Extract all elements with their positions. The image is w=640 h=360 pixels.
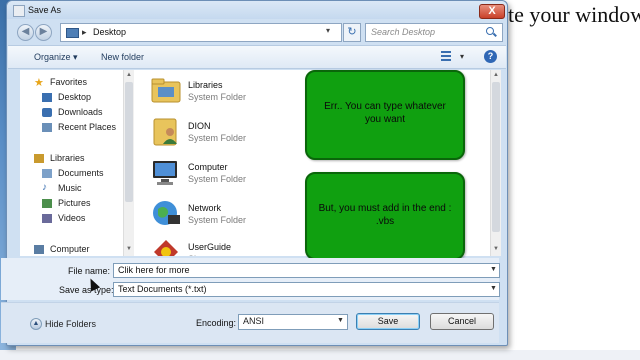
encoding-value[interactable]: ANSI (243, 316, 264, 326)
title-bar[interactable]: Save As X (7, 1, 507, 19)
file-item-userguide[interactable]: UserGuide Shortcut (140, 234, 280, 256)
file-type: System Folder (188, 92, 247, 102)
cancel-button[interactable]: Cancel (430, 313, 494, 330)
address-bar[interactable]: ▸ Desktop ▾ (60, 23, 342, 42)
nav-item-label: Libraries (50, 153, 85, 163)
save-as-type-dropdown-icon[interactable]: ▼ (490, 285, 497, 292)
background-bottom-bar (0, 350, 640, 360)
refresh-button[interactable]: ↻ (343, 23, 361, 42)
save-as-type-label: Save as type: (59, 285, 114, 295)
file-name-label: File name: (68, 266, 111, 276)
nav-item-label: Pictures (58, 198, 91, 208)
nav-item-label: Documents (58, 168, 104, 178)
scroll-down-icon[interactable]: ▼ (125, 246, 133, 252)
breadcrumb-separator[interactable]: ▸ (82, 27, 87, 38)
file-name-value[interactable]: Clik here for more (118, 265, 190, 275)
userguide-shortcut-icon (154, 240, 178, 256)
file-type: Shortcut (188, 254, 222, 256)
help-button[interactable]: ? (484, 50, 497, 63)
background-document-text: te your windows (508, 2, 640, 27)
nav-item-label: Music (58, 183, 82, 193)
user-folder-icon (153, 118, 177, 146)
hide-folders-button[interactable]: Hide Folders (45, 319, 96, 329)
file-item-dion[interactable]: DION System Folder (140, 113, 280, 153)
breadcrumb-desktop[interactable]: Desktop (93, 27, 126, 37)
computer-icon (153, 161, 177, 185)
file-item-libraries[interactable]: Libraries System Folder (140, 72, 280, 112)
desktop-icon (42, 93, 52, 102)
music-icon: ♪ (42, 182, 47, 193)
nav-item-label: Desktop (58, 92, 92, 102)
save-as-type-value[interactable]: Text Documents (*.txt) (118, 284, 207, 294)
notepad-icon (13, 5, 25, 17)
command-toolbar: Organize ▾ New folder ▾ ? (8, 45, 506, 69)
videos-icon (42, 214, 52, 223)
annotation-callout: But, you must add in the end : .vbs (305, 172, 465, 260)
annotation-callout: Err.. You can type whatever you want (305, 70, 465, 160)
scroll-down-icon[interactable]: ▼ (492, 246, 500, 252)
view-dropdown-icon[interactable]: ▾ (460, 52, 464, 61)
nav-item-label: Videos (58, 213, 86, 223)
annotation-text: But, you must add in the end : .vbs (318, 203, 452, 227)
scrollbar-thumb[interactable] (125, 82, 133, 202)
pictures-icon (42, 199, 52, 208)
close-button[interactable]: X (479, 4, 505, 19)
documents-icon (42, 169, 52, 178)
file-name-input[interactable]: Clik here for more ▼ (113, 263, 500, 278)
nav-item-label: Downloads (58, 107, 103, 117)
file-item-network[interactable]: Network System Folder (140, 195, 280, 235)
search-icon[interactable] (486, 27, 494, 35)
address-dropdown-icon[interactable]: ▾ (326, 26, 330, 35)
encoding-label: Encoding: (196, 318, 237, 328)
libraries-folder-icon (151, 78, 181, 103)
desktop-icon (66, 28, 79, 38)
nav-item-label: Recent Places (58, 122, 117, 132)
file-name: UserGuide (188, 242, 232, 252)
scrollbar-thumb[interactable] (492, 82, 500, 232)
libraries-icon (34, 154, 44, 163)
save-button[interactable]: Save (356, 313, 420, 330)
file-name: Libraries (188, 80, 223, 90)
view-options-icon[interactable] (440, 50, 454, 62)
save-as-type-select[interactable]: Text Documents (*.txt) ▼ (113, 282, 500, 297)
dialog-title: Save As (28, 5, 62, 15)
nav-scrollbar[interactable]: ▲ ▼ (123, 70, 134, 256)
hide-folders-icon[interactable]: ▲ (30, 318, 42, 330)
nav-item-label: Favorites (50, 77, 88, 87)
file-type: System Folder (188, 133, 247, 143)
annotation-text: Err.. You can type whatever you want (324, 101, 446, 125)
new-folder-button[interactable]: New folder (101, 52, 144, 62)
star-icon: ★ (34, 77, 44, 89)
encoding-select[interactable]: ANSI ▼ (238, 314, 348, 330)
file-type: System Folder (188, 174, 247, 184)
file-name: Computer (188, 162, 228, 172)
encoding-dropdown-icon[interactable]: ▼ (337, 317, 344, 324)
scroll-up-icon[interactable]: ▲ (125, 72, 133, 78)
computer-icon (34, 245, 44, 254)
recent-places-icon (42, 123, 52, 132)
network-icon (153, 201, 180, 225)
file-name-dropdown-icon[interactable]: ▼ (490, 266, 497, 273)
organize-button[interactable]: Organize ▾ (34, 52, 78, 63)
scroll-up-icon[interactable]: ▲ (492, 72, 500, 78)
file-item-computer[interactable]: Computer System Folder (140, 154, 280, 194)
file-type: System Folder (188, 215, 247, 225)
back-button[interactable]: ◀ (17, 24, 34, 41)
navigation-pane: ★ Favorites Desktop Downloads Recent Pla… (20, 70, 125, 256)
file-list-scrollbar[interactable]: ▲ ▼ (490, 70, 501, 256)
file-name: DION (188, 121, 211, 131)
search-input[interactable]: Search Desktop (365, 23, 503, 42)
nav-item-label: Computer (50, 244, 90, 254)
downloads-icon (42, 108, 52, 117)
file-name: Network (188, 203, 222, 213)
forward-button[interactable]: ▶ (35, 24, 52, 41)
search-placeholder: Search Desktop (371, 27, 436, 37)
